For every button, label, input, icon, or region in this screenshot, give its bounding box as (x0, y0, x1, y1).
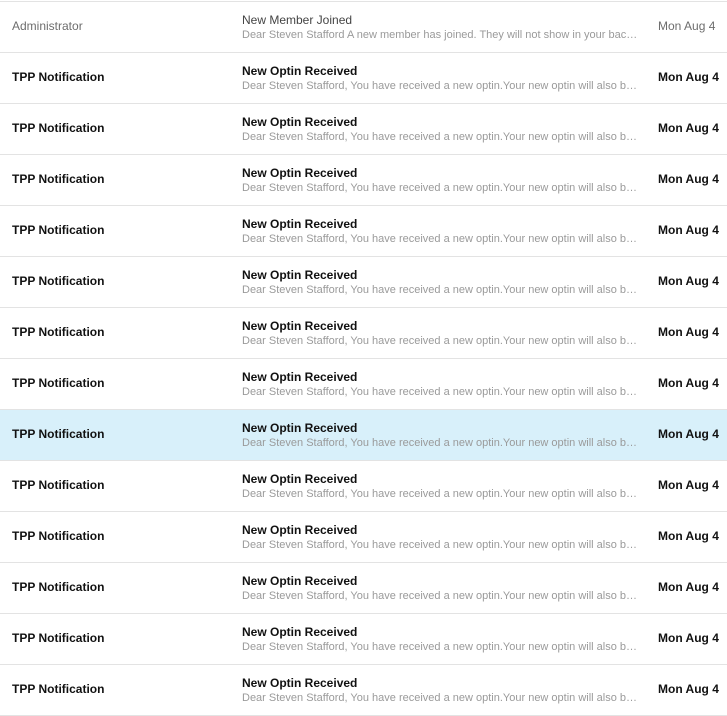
message-preview: Dear Steven Stafford, You have received … (242, 488, 642, 500)
message-list: Administrator New Member Joined Dear Ste… (0, 1, 727, 716)
message-sender: TPP Notification (12, 529, 105, 543)
message-date: Mon Aug 4 (658, 274, 719, 288)
message-row[interactable]: TPP Notification New Optin Received Dear… (0, 665, 727, 716)
message-date: Mon Aug 4 (658, 376, 719, 390)
message-date: Mon Aug 4 (658, 223, 719, 237)
message-row[interactable]: TPP Notification New Optin Received Dear… (0, 257, 727, 308)
message-row[interactable]: TPP Notification New Optin Received Dear… (0, 104, 727, 155)
message-row[interactable]: TPP Notification New Optin Received Dear… (0, 512, 727, 563)
message-sender: TPP Notification (12, 325, 105, 339)
message-preview: Dear Steven Stafford, You have received … (242, 437, 642, 449)
message-sender: TPP Notification (12, 172, 105, 186)
message-date: Mon Aug 4 (658, 631, 719, 645)
message-subject: New Optin Received (242, 319, 358, 333)
message-sender: TPP Notification (12, 274, 105, 288)
message-sender: TPP Notification (12, 121, 105, 135)
message-preview: Dear Steven Stafford, You have received … (242, 233, 642, 245)
message-sender: TPP Notification (12, 427, 105, 441)
message-sender: Administrator (12, 19, 83, 33)
message-date: Mon Aug 4 (658, 325, 719, 339)
message-preview: Dear Steven Stafford, You have received … (242, 182, 642, 194)
message-row[interactable]: TPP Notification New Optin Received Dear… (0, 308, 727, 359)
message-sender: TPP Notification (12, 631, 105, 645)
message-date: Mon Aug 4 (658, 172, 719, 186)
message-sender: TPP Notification (12, 376, 105, 390)
message-date: Mon Aug 4 (658, 70, 719, 84)
message-date: Mon Aug 4 (658, 121, 719, 135)
message-subject: New Optin Received (242, 472, 358, 486)
message-preview: Dear Steven Stafford, You have received … (242, 539, 642, 551)
message-subject: New Optin Received (242, 625, 358, 639)
message-subject: New Optin Received (242, 574, 358, 588)
message-subject: New Optin Received (242, 64, 358, 78)
message-subject: New Member Joined (242, 13, 353, 27)
message-preview: Dear Steven Stafford, You have received … (242, 284, 642, 296)
message-preview: Dear Steven Stafford, You have received … (242, 386, 642, 398)
message-row[interactable]: TPP Notification New Optin Received Dear… (0, 563, 727, 614)
message-preview: Dear Steven Stafford, You have received … (242, 131, 642, 143)
message-subject: New Optin Received (242, 523, 358, 537)
message-row[interactable]: TPP Notification New Optin Received Dear… (0, 53, 727, 104)
message-subject: New Optin Received (242, 217, 358, 231)
message-row[interactable]: TPP Notification New Optin Received Dear… (0, 206, 727, 257)
message-row[interactable]: TPP Notification New Optin Received Dear… (0, 155, 727, 206)
message-subject: New Optin Received (242, 676, 358, 690)
message-subject: New Optin Received (242, 370, 358, 384)
message-preview: Dear Steven Stafford, You have received … (242, 641, 642, 653)
message-subject: New Optin Received (242, 421, 358, 435)
message-subject: New Optin Received (242, 268, 358, 282)
message-date: Mon Aug 4 (658, 529, 719, 543)
message-sender: TPP Notification (12, 580, 105, 594)
message-sender: TPP Notification (12, 70, 105, 84)
message-date: Mon Aug 4 (658, 427, 719, 441)
message-subject: New Optin Received (242, 115, 358, 129)
message-subject: New Optin Received (242, 166, 358, 180)
message-row[interactable]: TPP Notification New Optin Received Dear… (0, 410, 727, 461)
message-preview: Dear Steven Stafford, You have received … (242, 80, 642, 92)
message-preview: Dear Steven Stafford, You have received … (242, 590, 642, 602)
message-sender: TPP Notification (12, 223, 105, 237)
message-sender: TPP Notification (12, 478, 105, 492)
message-preview: Dear Steven Stafford A new member has jo… (242, 29, 642, 41)
message-sender: TPP Notification (12, 682, 105, 696)
message-row[interactable]: TPP Notification New Optin Received Dear… (0, 461, 727, 512)
message-preview: Dear Steven Stafford, You have received … (242, 692, 642, 704)
message-preview: Dear Steven Stafford, You have received … (242, 335, 642, 347)
message-row[interactable]: Administrator New Member Joined Dear Ste… (0, 2, 727, 53)
message-date: Mon Aug 4 (658, 580, 719, 594)
message-date: Mon Aug 4 (658, 19, 716, 33)
message-row[interactable]: TPP Notification New Optin Received Dear… (0, 359, 727, 410)
message-date: Mon Aug 4 (658, 682, 719, 696)
message-date: Mon Aug 4 (658, 478, 719, 492)
message-row[interactable]: TPP Notification New Optin Received Dear… (0, 614, 727, 665)
